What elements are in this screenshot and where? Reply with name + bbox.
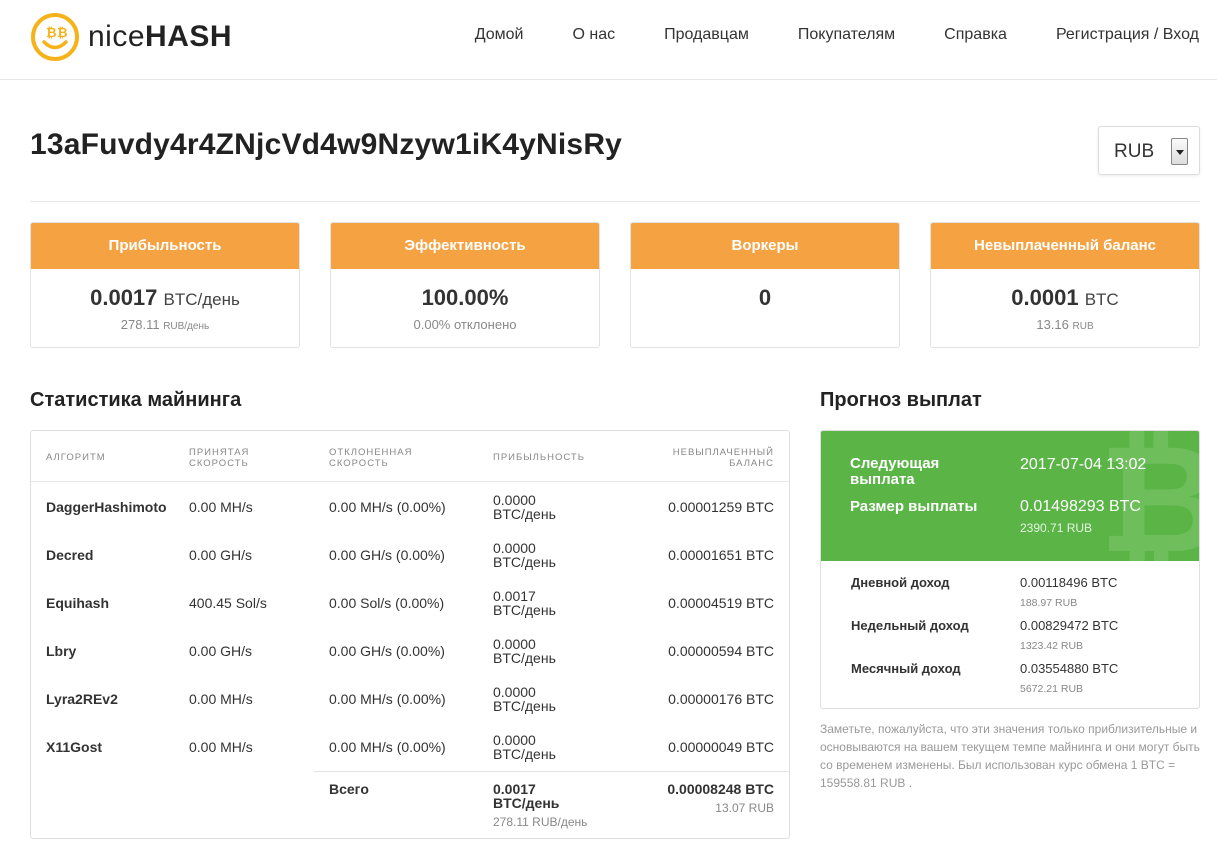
mining-stats-table: АЛГОРИТМ ПРИНЯТАЯ СКОРОСТЬ ОТКЛОНЕННАЯ СКО…: [30, 430, 790, 839]
payout-disclaimer: Заметьте, пожалуйста, что эти значения т…: [820, 722, 1200, 790]
total-profitability: 0.0017 BTC/день: [493, 781, 560, 811]
workers-card: Воркеры 0: [630, 222, 900, 348]
currency-select-value: RUB: [1114, 141, 1155, 162]
payout-forecast-title: Прогноз выплат: [820, 389, 982, 411]
profitability: 0.0017 BTC/день: [493, 588, 556, 618]
income-fiat: 188.97 RUB: [1020, 597, 1078, 609]
rejected-speed: 0.00 MH/s (0.00%): [329, 691, 446, 707]
income-label: Недельный доход: [851, 618, 969, 633]
smiling-bitcoin-logo-icon: ₿ ₿: [31, 13, 79, 61]
payout-forecast-panel: ₿ Следующаявыплата 2017-07-04 13:02 Разм…: [820, 430, 1200, 709]
top-header: ₿ ₿ niceHASH Домой О нас Продавцам Покуп…: [0, 0, 1217, 80]
col-header-rejected: ОТКЛОНЕННАЯ СКОРОСТЬ: [329, 447, 413, 469]
income-fiat: 5672.21 RUB: [1020, 683, 1084, 695]
rejected-speed: 0.00 GH/s (0.00%): [329, 547, 445, 563]
card-value: 100.00%: [421, 285, 509, 310]
title-divider: [30, 201, 1200, 202]
main-nav: Домой О нас Продавцам Покупателям Справк…: [426, 0, 1199, 70]
rejected-speed: 0.00 MH/s (0.00%): [329, 499, 446, 515]
income-value: 0.03554880 BTC: [1020, 661, 1119, 676]
algo-name: Lyra2REv2: [46, 691, 118, 707]
svg-text:₿: ₿: [57, 25, 68, 40]
svg-text:₿: ₿: [46, 25, 57, 40]
profitability: 0.0000 BTC/день: [493, 540, 556, 570]
nav-register-login[interactable]: Регистрация / Вход: [1056, 26, 1199, 44]
accepted-speed: 0.00 MH/s: [189, 499, 253, 515]
profitability: 0.0000 BTC/день: [493, 684, 556, 714]
unpaid-balance: 0.00000176 BTC: [668, 691, 774, 707]
nav-buyers[interactable]: Покупателям: [798, 26, 895, 44]
total-unpaid: 0.00008248 BTC: [667, 781, 774, 797]
algo-name: X11Gost: [46, 739, 103, 755]
card-title: Прибыльность: [31, 223, 299, 269]
accepted-speed: 0.00 GH/s: [189, 643, 253, 659]
income-value: 0.00118496 BTC: [1020, 575, 1118, 590]
efficiency-card: Эффективность 100.00% 0.00% отклонено: [330, 222, 600, 348]
rejected-speed: 0.00 GH/s (0.00%): [329, 643, 445, 659]
wallet-address-title: 13aFuvdy4r4ZNjcVd4w9Nzyw1iK4yNisRy: [30, 128, 623, 161]
profitability: 0.0000 BTC/день: [493, 636, 556, 666]
mining-stats-title: Статистика майнинга: [30, 389, 242, 411]
card-subvalue: 13.16 RUB: [1036, 317, 1094, 332]
card-value: 0.0017 BTC/день: [90, 285, 240, 310]
payout-size-label: Размер выплаты: [850, 498, 978, 515]
payout-summary: ₿ Следующаявыплата 2017-07-04 13:02 Разм…: [821, 431, 1199, 561]
nav-about[interactable]: О нас: [572, 26, 615, 44]
income-value: 0.00829472 BTC: [1020, 618, 1119, 633]
payout-size-value: 0.01498293 BTC: [1020, 498, 1141, 515]
nav-home[interactable]: Домой: [475, 26, 524, 44]
total-unpaid-fiat: 13.07 RUB: [715, 801, 774, 815]
svg-text:₿: ₿: [1099, 431, 1199, 561]
accepted-speed: 0.00 MH/s: [189, 739, 253, 755]
unpaid-balance: 0.00001651 BTC: [668, 547, 774, 563]
unpaid-balance: 0.00001259 BTC: [668, 499, 774, 515]
unpaid-balance-card: Невыплаченный баланс 0.0001 BTC 13.16 RU…: [930, 222, 1200, 348]
total-label: Всего: [329, 781, 369, 797]
next-payout-label: Следующая выплата: [850, 455, 940, 488]
card-title: Эффективность: [331, 223, 599, 269]
brand-name: niceHASH: [88, 20, 233, 53]
chevron-down-icon[interactable]: [1171, 138, 1188, 165]
card-value: 0.0001 BTC: [1011, 285, 1119, 310]
income-label: Дневной доход: [851, 575, 950, 590]
header-divider: [31, 481, 789, 482]
card-value: 0: [758, 285, 772, 310]
algo-name: Decred: [46, 547, 94, 563]
currency-select[interactable]: RUB: [1098, 126, 1200, 175]
profitability: 0.0000 BTC/день: [493, 492, 556, 522]
profitability-card: Прибыльность 0.0017 BTC/день 278.11 RUB/…: [30, 222, 300, 348]
nav-sellers[interactable]: Продавцам: [664, 26, 749, 44]
rejected-speed: 0.00 MH/s (0.00%): [329, 739, 446, 755]
col-header-algorithm: АЛГОРИТМ: [46, 452, 106, 463]
income-fiat: 1323.42 RUB: [1020, 640, 1084, 652]
bitcoin-watermark-icon: ₿: [1099, 431, 1199, 561]
rejected-speed: 0.00 Sol/s (0.00%): [329, 595, 445, 611]
total-divider: [314, 771, 789, 772]
algo-name: Lbry: [46, 643, 77, 659]
unpaid-balance: 0.00000594 BTC: [668, 643, 774, 659]
unpaid-balance: 0.00000049 BTC: [668, 739, 774, 755]
total-profitability-fiat: 278.11 RUB/день: [493, 815, 588, 829]
accepted-speed: 400.45 Sol/s: [189, 595, 267, 611]
next-payout-value: 2017-07-04 13:02: [1020, 456, 1147, 473]
card-title: Воркеры: [631, 223, 899, 269]
col-header-unpaid: НЕВЫПЛАЧЕННЫЙ БАЛАНС: [672, 447, 774, 469]
nicehash-logo[interactable]: ₿ ₿ niceHASH: [30, 12, 232, 62]
unpaid-balance: 0.00004519 BTC: [668, 595, 774, 611]
algo-name: DaggerHashimoto: [46, 499, 167, 515]
profitability: 0.0000 BTC/день: [493, 732, 556, 762]
card-subvalue: 278.11 RUB/день: [120, 317, 210, 332]
algo-name: Equihash: [46, 595, 110, 611]
accepted-speed: 0.00 MH/s: [189, 691, 253, 707]
col-header-accepted: ПРИНЯТАЯ СКОРОСТЬ: [189, 447, 250, 469]
card-title: Невыплаченный баланс: [931, 223, 1199, 269]
accepted-speed: 0.00 GH/s: [189, 547, 253, 563]
card-subvalue: 0.00% отклонено: [413, 317, 517, 332]
payout-size-fiat: 2390.71 RUB: [1020, 521, 1093, 535]
col-header-profitability: ПРИБЫЛЬНОСТЬ: [493, 452, 585, 463]
nav-help[interactable]: Справка: [944, 26, 1007, 44]
income-label: Месячный доход: [851, 661, 961, 676]
